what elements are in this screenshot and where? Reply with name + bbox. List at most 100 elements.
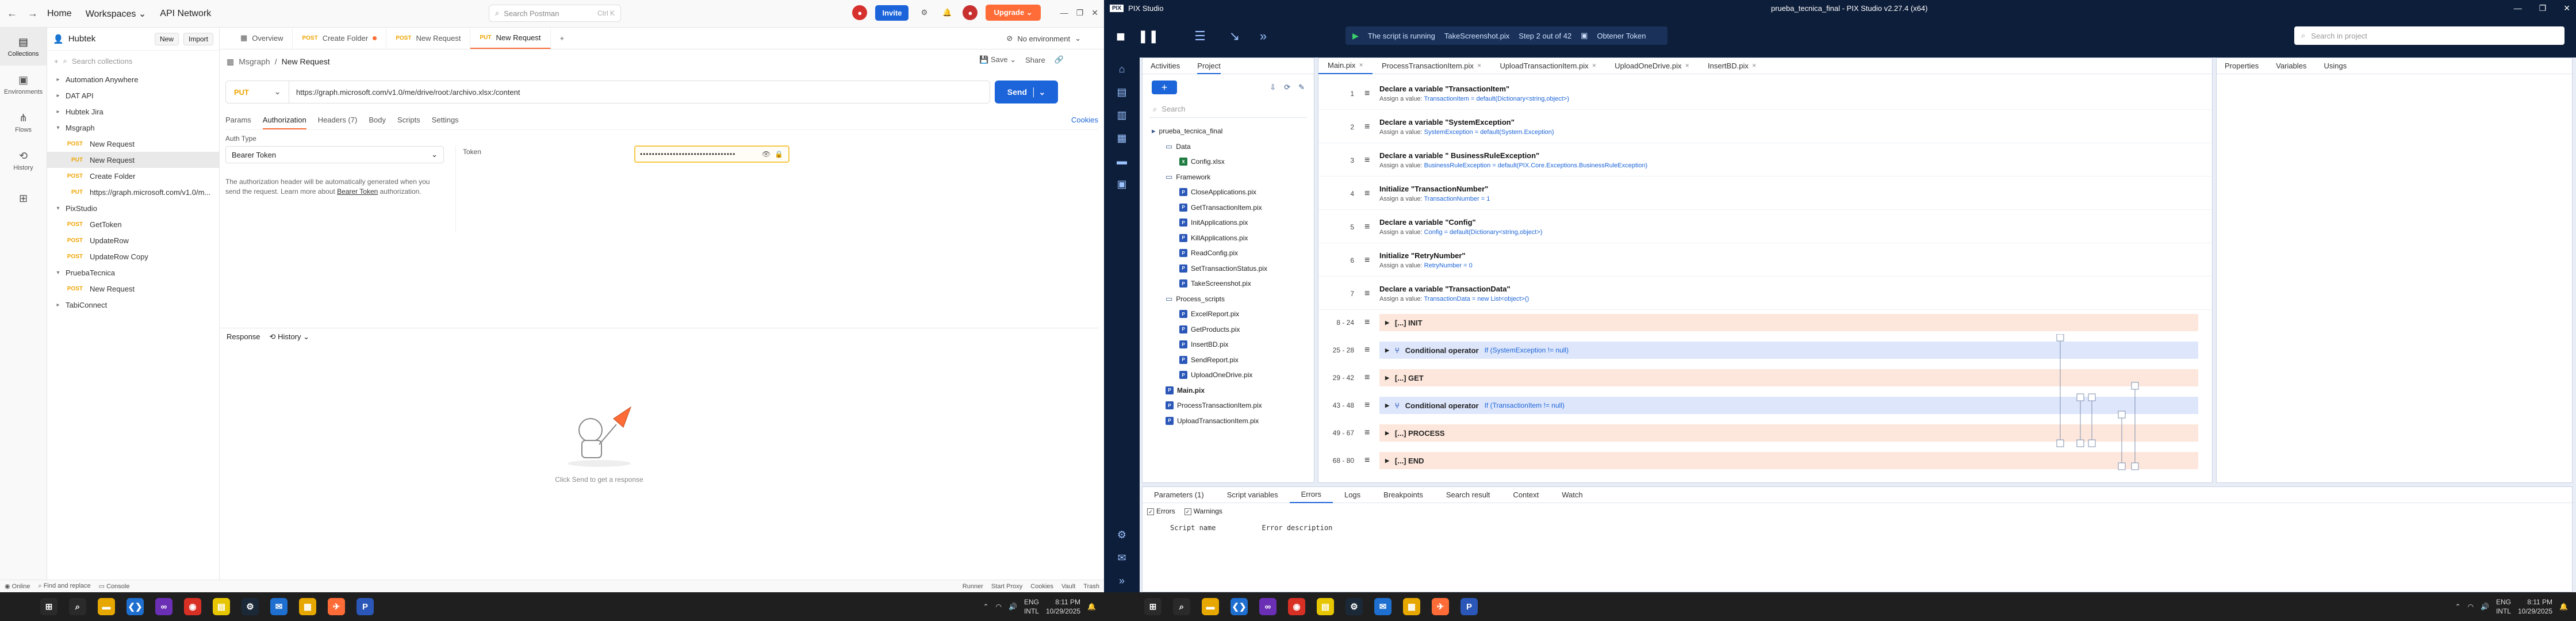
activity-row[interactable]: 6 ≡ Initialize "RetryNumber" Assign a value… (1318, 244, 2212, 277)
send-button[interactable]: Send │ ⌄ (995, 80, 1058, 103)
project-file[interactable]: P ProcessTransactionItem.pix (1152, 398, 1314, 413)
tab-request[interactable]: PUT New Request (470, 27, 551, 49)
activity-block[interactable]: Declare a variable "SystemException" Assi… (1379, 118, 2198, 136)
drag-handle-icon[interactable]: ≡ (1364, 255, 1379, 266)
step-list-icon[interactable]: ☰ (1190, 26, 1210, 46)
activity-block[interactable]: Initialize "TransactionNumber" Assign a v… (1379, 185, 2198, 202)
close-icon[interactable]: ✕ (1091, 8, 1098, 18)
maximize-icon[interactable]: ❐ (1076, 8, 1084, 18)
step-into-icon[interactable]: ↘ (1225, 26, 1244, 46)
new-tab-button[interactable]: + (551, 27, 574, 49)
response-label[interactable]: Response (227, 332, 260, 341)
taskbar-app[interactable]: ▦ (1397, 592, 1426, 621)
close-icon[interactable]: ✕ (2563, 3, 2570, 13)
request-item[interactable]: POST UpdateRow (47, 232, 219, 248)
taskbar-app[interactable]: ❮❯ (1225, 592, 1254, 621)
project-file[interactable]: P SendReport.pix (1152, 352, 1314, 368)
chevron-up-icon[interactable]: ⌃ (2455, 603, 2460, 611)
activity-row[interactable]: 2 ≡ Declare a variable "SystemException" As… (1318, 111, 2212, 143)
refresh-icon[interactable]: ⟳ (1284, 83, 1290, 92)
taskbar-app[interactable]: ✉ (1368, 592, 1397, 621)
volume-icon[interactable]: 🔊 (1009, 603, 1017, 611)
tab-request[interactable]: POST Create Folder (293, 27, 387, 49)
project-panel-tab[interactable]: Project (1197, 62, 1221, 74)
status-cookies[interactable]: Cookies (1030, 583, 1053, 590)
drag-handle-icon[interactable]: ≡ (1364, 89, 1379, 99)
new-button[interactable]: New (154, 32, 179, 45)
activity-block[interactable]: Declare a variable "TransactionItem" Assi… (1379, 85, 2198, 102)
forward-arrow-icon[interactable]: → (26, 7, 39, 20)
request-item[interactable]: POST New Request (47, 281, 219, 297)
project-file[interactable]: P SetTransactionStatus.pix (1152, 261, 1314, 277)
col-script-name[interactable]: Script name (1170, 524, 1216, 532)
save-all-icon[interactable]: ▥ (1104, 103, 1140, 126)
close-tab-icon[interactable]: ✕ (1477, 63, 1482, 69)
project-file[interactable]: P Main.pix (1152, 383, 1314, 398)
back-arrow-icon[interactable]: ← (6, 7, 18, 20)
expand-arrow-icon[interactable]: ▶ (1385, 430, 1389, 436)
rail-flows[interactable]: ⋔ Flows (0, 103, 47, 141)
taskbar-app[interactable]: ▬ (92, 592, 121, 621)
request-item[interactable]: POST Create Folder (47, 168, 219, 184)
expand-arrow-icon[interactable]: ▶ (1385, 320, 1389, 326)
output-tab[interactable]: Breakpoints (1372, 487, 1435, 503)
environment-select[interactable]: ⊘ No environment ⌄ (1006, 28, 1081, 49)
status-proxy[interactable]: Start Proxy (991, 583, 1022, 590)
drag-handle-icon[interactable]: ≡ (1364, 222, 1379, 232)
expand-arrow-icon[interactable]: ▶ (1385, 375, 1389, 381)
collection-search[interactable]: + ⌕ Search collections (47, 51, 219, 71)
activity-block[interactable]: Declare a variable " BusinessRuleExcepti… (1379, 151, 2198, 169)
output-tab[interactable]: Logs (1333, 487, 1372, 503)
project-file[interactable]: P InitApplications.pix (1152, 215, 1314, 231)
chevron-up-icon[interactable]: ⌃ (983, 603, 988, 611)
request-item[interactable]: POST GetToken (47, 216, 219, 232)
collection-folder[interactable]: ▾ PruebaTecnica (47, 264, 219, 281)
upgrade-button[interactable]: Upgrade ⌄ (986, 5, 1041, 21)
drag-handle-icon[interactable]: ≡ (1364, 400, 1379, 411)
stop-icon[interactable]: ■ (1111, 26, 1130, 46)
link-icon[interactable]: 🔗 (1055, 55, 1064, 64)
notification-icon[interactable]: 🔔 (2559, 603, 2568, 611)
taskbar-app[interactable]: ❮❯ (121, 592, 150, 621)
lock-icon[interactable]: 🔒 (775, 150, 784, 158)
taskbar-app[interactable]: ⚙ (236, 592, 264, 621)
status-console[interactable]: ▭ Console (99, 582, 130, 590)
chevron-down-icon[interactable]: ▾ (54, 125, 62, 131)
minimize-icon[interactable]: — (2514, 3, 2522, 13)
import-icon[interactable]: ⇩ (1270, 83, 1276, 92)
output-tab[interactable]: Search result (1435, 487, 1502, 503)
collection-folder[interactable]: ▾ Msgraph (47, 120, 219, 136)
editor-tab[interactable]: ProcessTransactionItem.pix ✕ (1373, 58, 1490, 74)
request-item[interactable]: POST UpdateRow Copy (47, 248, 219, 264)
volume-icon[interactable]: 🔊 (2481, 603, 2489, 611)
method-select[interactable]: PUT ⌄ (226, 81, 289, 103)
request-item[interactable]: PUT https://graph.microsoft.com/v1.0/m... (47, 184, 219, 200)
project-file[interactable]: P CloseApplications.pix (1152, 185, 1314, 200)
bell-icon[interactable]: 🔔 (940, 5, 954, 20)
request-item[interactable]: POST New Request (47, 136, 219, 152)
nav-home[interactable]: Home (47, 9, 72, 19)
collection-folder[interactable]: ▸ Hubtek Jira (47, 103, 219, 120)
collection-folder[interactable]: ▸ DAT API (47, 87, 219, 103)
chevron-right-icon[interactable]: ▸ (54, 109, 62, 115)
taskbar-app[interactable]: ⊞ (1138, 592, 1167, 621)
chevron-down-icon[interactable]: ▾ (54, 270, 62, 276)
activity-row[interactable]: 3 ≡ Declare a variable " BusinessRuleExcep… (1318, 144, 2212, 177)
taskbar-app[interactable]: ⚙ (1340, 592, 1368, 621)
global-search[interactable]: ⌕ Search Postman Ctrl K (489, 5, 621, 22)
expand-arrow-icon[interactable]: ▶ (1385, 402, 1389, 409)
request-config-tab[interactable]: Settings (432, 116, 459, 124)
minimize-icon[interactable]: — (1060, 8, 1068, 17)
activity-block[interactable]: ▶ [...] INIT (1379, 314, 2198, 331)
chevron-down-icon[interactable]: ▾ (54, 205, 62, 212)
auth-type-select[interactable]: Bearer Token ⌄ (225, 146, 444, 163)
editor-tab[interactable]: InsertBD.pix ✕ (1699, 58, 1765, 74)
drag-handle-icon[interactable]: ≡ (1364, 122, 1379, 132)
status-vault[interactable]: Vault (1061, 583, 1075, 590)
rail-apps[interactable]: ⊞ (0, 179, 47, 217)
nav-api-network[interactable]: API Network (160, 9, 211, 19)
settings-icon[interactable]: ⚙ (1104, 523, 1140, 546)
project-file[interactable]: P ReadConfig.pix (1152, 246, 1314, 261)
activity-row[interactable]: 4 ≡ Initialize "TransactionNumber" Assign a… (1318, 178, 2212, 210)
cookies-link[interactable]: Cookies (1071, 116, 1098, 124)
